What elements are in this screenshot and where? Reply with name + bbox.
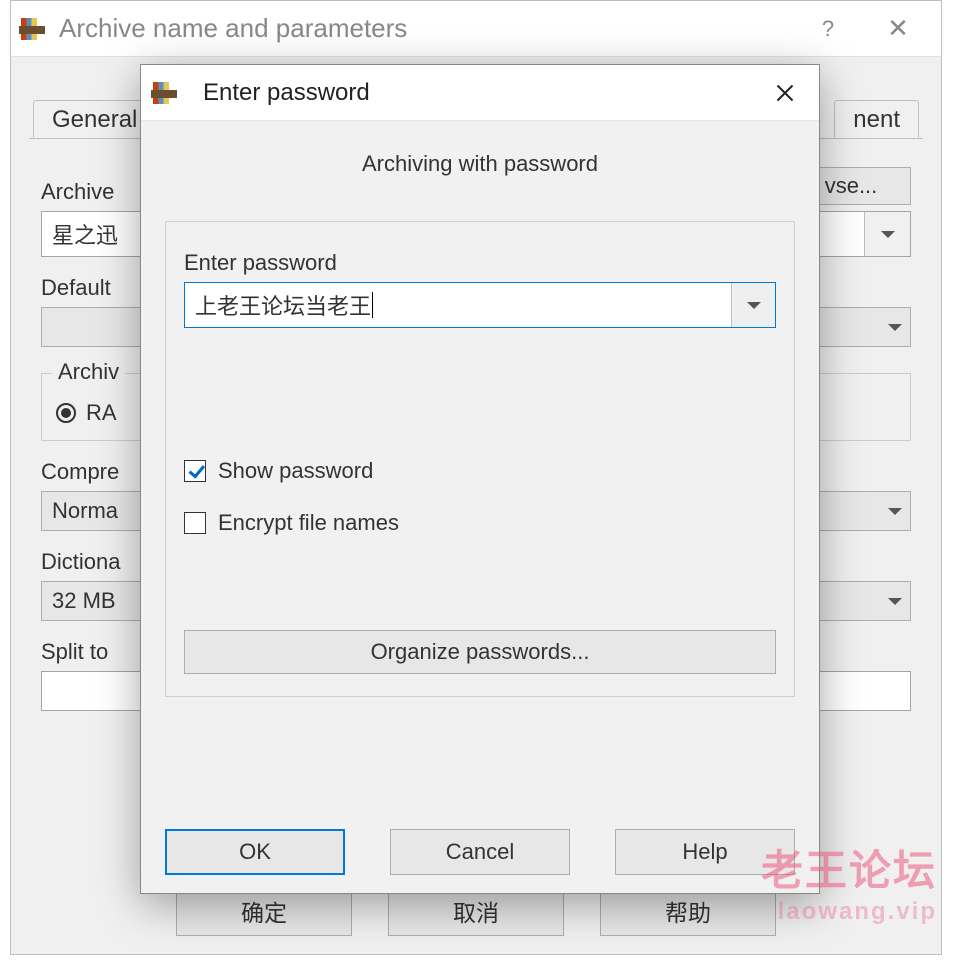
radio-checked-icon — [56, 403, 76, 423]
pw-close-button[interactable] — [755, 65, 815, 121]
password-dropdown-arrow[interactable] — [731, 283, 775, 327]
pw-title: Enter password — [203, 79, 755, 107]
tab-general[interactable]: General — [33, 100, 156, 138]
parent-title: Archive name and parameters — [59, 13, 793, 44]
checkbox-unchecked-icon — [184, 512, 206, 534]
archive-format-legend: Archiv — [52, 359, 125, 385]
chevron-down-icon — [880, 508, 910, 515]
pw-titlebar: Enter password — [141, 65, 819, 121]
pw-group: Enter password 上老王论坛当老王 Show password En… — [165, 221, 795, 697]
tab-last-fragment[interactable]: nent — [834, 100, 919, 138]
enter-password-label: Enter password — [184, 250, 776, 276]
checkbox-checked-icon — [184, 460, 206, 482]
pw-body: Archiving with password Enter password 上… — [141, 121, 819, 893]
show-password-checkbox[interactable]: Show password — [184, 458, 776, 484]
parent-close-button[interactable]: ✕ — [863, 1, 933, 57]
chevron-down-icon — [881, 231, 895, 238]
encrypt-file-names-checkbox[interactable]: Encrypt file names — [184, 510, 776, 536]
password-combo[interactable]: 上老王论坛当老王 — [184, 282, 776, 328]
pw-ok-button[interactable]: OK — [165, 829, 345, 875]
chevron-down-icon — [880, 324, 910, 331]
pw-cancel-button[interactable]: Cancel — [390, 829, 570, 875]
enter-password-dialog: Enter password Archiving with password E… — [140, 64, 820, 894]
parent-help-button[interactable]: 帮助 — [600, 890, 776, 936]
archive-name-dropdown-arrow[interactable] — [864, 212, 910, 256]
parent-button-row: 确定 取消 帮助 — [11, 890, 941, 936]
chevron-down-icon — [747, 302, 761, 309]
winrar-icon — [19, 16, 45, 42]
chevron-down-icon — [880, 598, 910, 605]
close-icon — [775, 83, 795, 103]
pw-help-button[interactable]: Help — [615, 829, 795, 875]
parent-cancel-button[interactable]: 取消 — [388, 890, 564, 936]
password-input[interactable]: 上老王论坛当老王 — [185, 283, 731, 327]
pw-button-row: OK Cancel Help — [165, 829, 795, 875]
organize-passwords-button[interactable]: Organize passwords... — [184, 630, 776, 674]
parent-help-button[interactable]: ? — [793, 1, 863, 57]
winrar-icon — [151, 80, 177, 106]
pw-subtitle: Archiving with password — [165, 121, 795, 221]
text-caret — [372, 292, 373, 318]
parent-titlebar: Archive name and parameters ? ✕ — [11, 1, 941, 57]
parent-ok-button[interactable]: 确定 — [176, 890, 352, 936]
